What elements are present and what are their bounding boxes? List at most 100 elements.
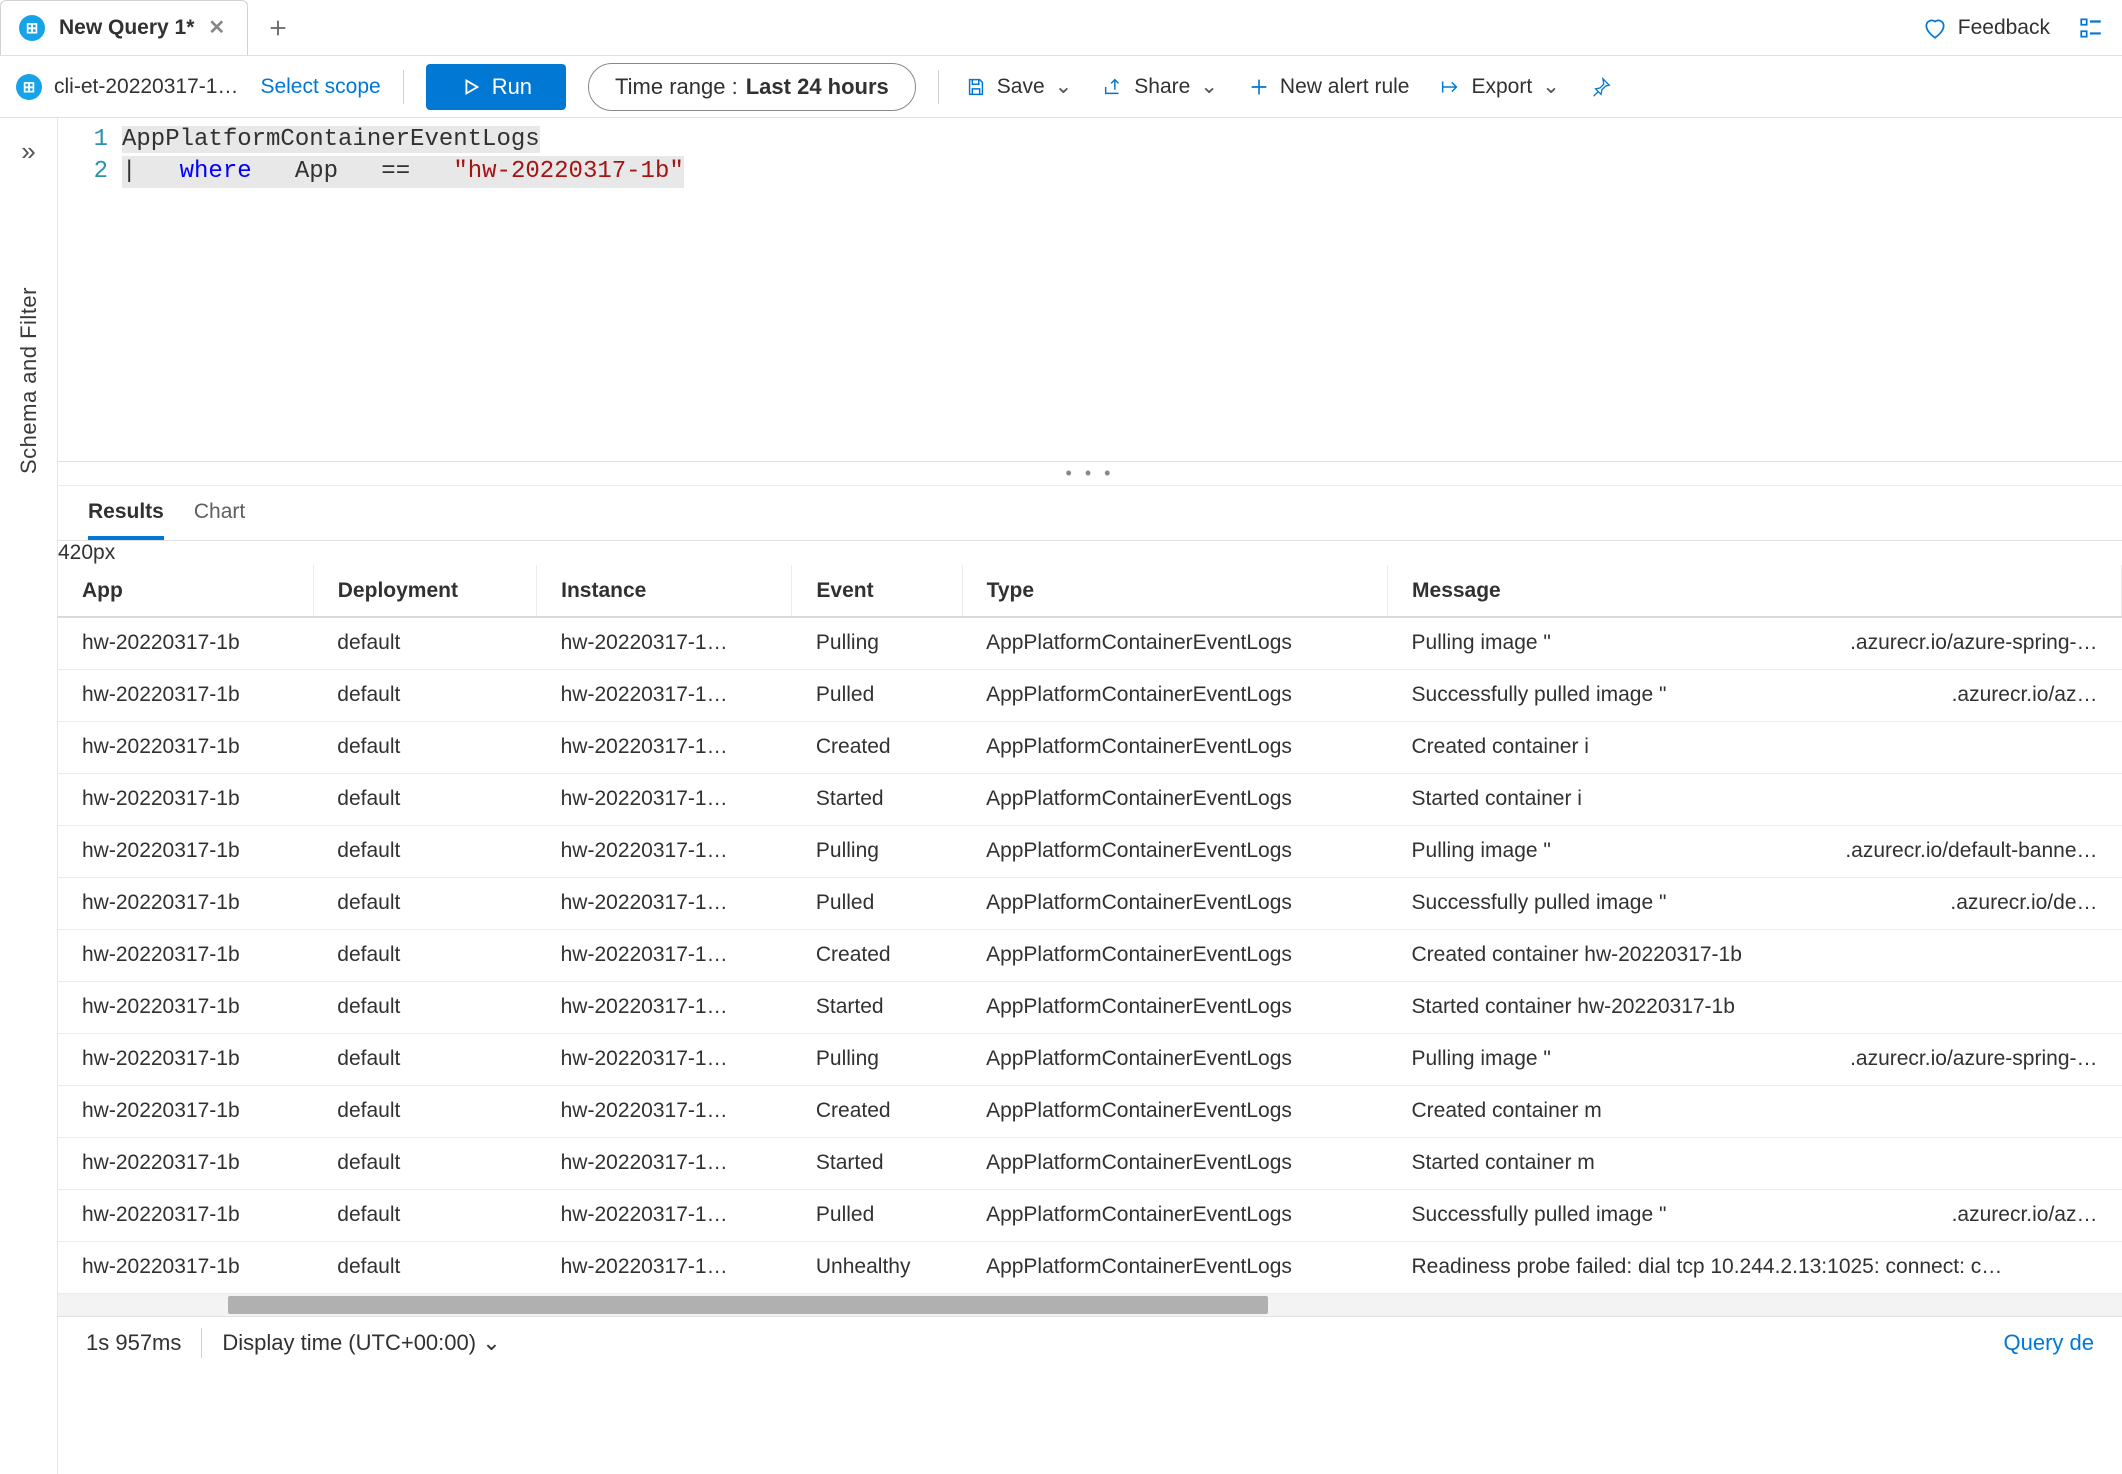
table-row[interactable]: hw-20220317-1bdefaulthw-20220317-1…Pulle…	[58, 877, 2122, 929]
plus-icon	[267, 17, 289, 39]
share-button[interactable]: Share ⌄	[1098, 68, 1222, 105]
time-range-pill[interactable]: Time range : Last 24 hours	[588, 63, 916, 111]
horizontal-scrollbar[interactable]	[58, 1294, 2122, 1316]
table-row[interactable]: hw-20220317-1bdefaulthw-20220317-1…Pulle…	[58, 1189, 2122, 1241]
tab-strip: ⊞ New Query 1* ✕ Feedback	[0, 0, 2122, 56]
table-row[interactable]: hw-20220317-1bdefaulthw-20220317-1…Creat…	[58, 1085, 2122, 1137]
expand-rail-icon[interactable]: »	[21, 136, 35, 167]
tab-results[interactable]: Results	[88, 500, 164, 540]
cell-instance: hw-20220317-1…	[537, 1137, 792, 1189]
cell-message: Created container hw-20220317-1b	[1388, 929, 2122, 981]
status-elapsed: 1s 957ms	[86, 1330, 181, 1356]
cell-deployment: default	[313, 825, 536, 877]
col-header-app[interactable]: App	[58, 565, 313, 617]
save-icon	[965, 76, 987, 98]
col-header-event[interactable]: Event	[792, 565, 962, 617]
splitter-grip-icon[interactable]: • • •	[58, 462, 2122, 486]
export-icon	[1439, 76, 1461, 98]
code-pipe: |	[122, 158, 136, 185]
table-row[interactable]: hw-20220317-1bdefaulthw-20220317-1…Creat…	[58, 929, 2122, 981]
cell-deployment: default	[313, 773, 536, 825]
status-display-time[interactable]: Display time (UTC+00:00) ⌄	[222, 1330, 500, 1356]
cell-app: hw-20220317-1b	[58, 877, 313, 929]
cell-deployment: default	[313, 981, 536, 1033]
message-left: Created container hw-20220317-1b	[1412, 943, 1742, 967]
cell-message: Started container hw-20220317-1b	[1388, 981, 2122, 1033]
col-header-deployment[interactable]: Deployment	[313, 565, 536, 617]
editor-gutter: 1 2	[58, 124, 122, 461]
col-header-type[interactable]: Type	[962, 565, 1387, 617]
col-header-message[interactable]: Message	[1388, 565, 2122, 617]
cell-message: Started container i	[1388, 773, 2122, 825]
cell-app: hw-20220317-1b	[58, 1137, 313, 1189]
time-range-value: Last 24 hours	[746, 74, 889, 100]
query-details-link[interactable]: Query de	[2004, 1330, 2095, 1356]
editor-code[interactable]: AppPlatformContainerEventLogs | where Ap…	[122, 124, 2122, 461]
cell-deployment: default	[313, 1033, 536, 1085]
query-tab-active[interactable]: ⊞ New Query 1* ✕	[0, 0, 248, 55]
run-button[interactable]: Run	[426, 64, 566, 110]
workspace-name: cli-et-20220317-1…	[54, 75, 238, 99]
chevron-down-icon: ⌄	[482, 1330, 500, 1355]
cell-event: Created	[792, 1085, 962, 1137]
export-button[interactable]: Export ⌄	[1435, 68, 1563, 105]
select-scope-link[interactable]: Select scope	[260, 75, 380, 99]
table-row[interactable]: hw-20220317-1bdefaulthw-20220317-1…Start…	[58, 981, 2122, 1033]
cell-app: hw-20220317-1b	[58, 981, 313, 1033]
queries-panel-icon[interactable]	[2078, 15, 2104, 41]
table-row[interactable]: hw-20220317-1bdefaulthw-20220317-1…Start…	[58, 1137, 2122, 1189]
play-icon	[460, 76, 482, 98]
cell-type: AppPlatformContainerEventLogs	[962, 721, 1387, 773]
cell-message: Created container m	[1388, 1085, 2122, 1137]
message-right: .azurecr.io/azure-spring-…	[1850, 1047, 2097, 1071]
results-table-wrap: 420px App Deployment Instance Event Type…	[58, 541, 2122, 1474]
cell-app: hw-20220317-1b	[58, 669, 313, 721]
cell-instance: hw-20220317-1…	[537, 721, 792, 773]
tab-chart[interactable]: Chart	[194, 500, 245, 540]
workspace-crumb[interactable]: ⊞ cli-et-20220317-1…	[16, 74, 238, 100]
cell-app: hw-20220317-1b	[58, 1033, 313, 1085]
message-right: .azurecr.io/default-banne…	[1845, 839, 2097, 863]
chevron-down-icon: ⌄	[1200, 74, 1218, 99]
cell-type: AppPlatformContainerEventLogs	[962, 981, 1387, 1033]
result-tabs: Results Chart	[58, 486, 2122, 541]
cell-event: Started	[792, 981, 962, 1033]
save-button[interactable]: Save ⌄	[961, 68, 1076, 105]
message-left: Started container m	[1412, 1151, 1595, 1175]
close-tab-icon[interactable]: ✕	[208, 18, 225, 38]
table-row[interactable]: hw-20220317-1bdefaulthw-20220317-1…Pulli…	[58, 617, 2122, 669]
table-row[interactable]: hw-20220317-1bdefaulthw-20220317-1…Pulle…	[58, 669, 2122, 721]
scrollbar-thumb[interactable]	[228, 1296, 1268, 1314]
rail-label[interactable]: Schema and Filter	[16, 287, 42, 944]
left-rail: » Schema and Filter	[0, 118, 58, 1474]
code-operator: ==	[381, 158, 410, 185]
cell-event: Pulled	[792, 669, 962, 721]
col-header-instance[interactable]: Instance	[537, 565, 792, 617]
cell-type: AppPlatformContainerEventLogs	[962, 877, 1387, 929]
results-table: App Deployment Instance Event Type Messa…	[58, 565, 2122, 1294]
table-row[interactable]: hw-20220317-1bdefaulthw-20220317-1…Pulli…	[58, 825, 2122, 877]
cell-event: Pulling	[792, 617, 962, 669]
table-row[interactable]: hw-20220317-1bdefaulthw-20220317-1…Creat…	[58, 721, 2122, 773]
table-row[interactable]: hw-20220317-1bdefaulthw-20220317-1…Unhea…	[58, 1241, 2122, 1293]
line-number: 1	[58, 124, 108, 156]
cell-message: Successfully pulled image ".azurecr.io/d…	[1388, 877, 2122, 929]
heart-icon	[1922, 15, 1948, 41]
tab-title: New Query 1*	[59, 16, 194, 40]
feedback-button[interactable]: Feedback	[1922, 15, 2050, 41]
table-row[interactable]: hw-20220317-1bdefaulthw-20220317-1…Start…	[58, 773, 2122, 825]
cell-app: hw-20220317-1b	[58, 1241, 313, 1293]
message-right: .azurecr.io/de…	[1950, 891, 2097, 915]
table-row[interactable]: hw-20220317-1bdefaulthw-20220317-1…Pulli…	[58, 1033, 2122, 1085]
query-editor[interactable]: 1 2 AppPlatformContainerEventLogs | wher…	[58, 118, 2122, 462]
pin-button[interactable]	[1586, 70, 1616, 104]
save-label: Save	[997, 75, 1045, 99]
new-alert-rule-button[interactable]: New alert rule	[1244, 69, 1414, 105]
message-left: Pulling image "	[1412, 1047, 1551, 1071]
cell-type: AppPlatformContainerEventLogs	[962, 1189, 1387, 1241]
status-bar: 1s 957ms Display time (UTC+00:00) ⌄ Quer…	[58, 1316, 2122, 1370]
add-tab-button[interactable]	[256, 0, 300, 55]
cell-message: Pulling image " .azurecr.io/azure-spring-…	[1388, 1033, 2122, 1085]
pin-icon	[1590, 76, 1612, 98]
cell-event: Pulling	[792, 825, 962, 877]
